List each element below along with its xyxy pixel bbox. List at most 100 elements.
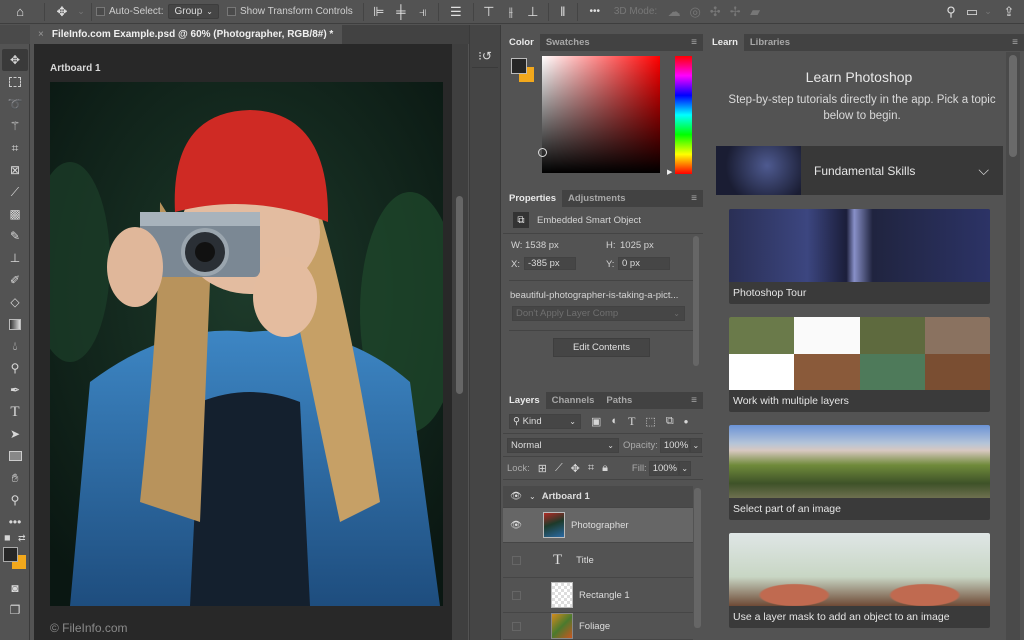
visibility-eye-icon[interactable]: 👁︎ [503,491,529,502]
artboard-label[interactable]: Artboard 1 [50,63,101,74]
fill-dropdown[interactable]: ⌄ [678,460,691,476]
swap-colors-icon[interactable]: ⇄ [18,533,26,544]
lock-pixels-icon[interactable]: ⟋ [555,462,563,475]
checkbox-icon[interactable] [226,7,236,16]
move-tool[interactable]: ✥ [2,49,28,71]
color-picker-cursor[interactable] [538,148,547,157]
lock-position-icon[interactable]: ✥ [571,462,580,475]
align-top-icon[interactable]: ⊤ [478,0,500,24]
lock-transparency-icon[interactable]: ⊞ [538,462,547,475]
show-transform-controls-checkbox[interactable]: Show Transform Controls [226,6,353,17]
frame-tool[interactable]: ⊠ [2,159,28,181]
smart-object-filter-icon[interactable]: ⧉ [666,415,674,428]
saturation-brightness-field[interactable] [542,56,660,173]
more-options-button[interactable]: ••• [582,0,608,24]
distribute-vertical-icon[interactable]: ‖ [553,0,573,24]
distribute-icon[interactable]: ☰ [443,0,469,24]
layers-scrollbar[interactable] [694,488,701,628]
3d-pan-icon[interactable]: ✣ [705,0,725,24]
shape-filter-icon[interactable]: ⬚ [645,415,655,428]
brush-tool[interactable]: ✎ [2,225,28,247]
adjustment-filter-icon[interactable]: ◐ [611,415,618,427]
layer-row[interactable]: Rectangle 1 [503,578,693,613]
dodge-tool[interactable]: ⚲ [2,357,28,379]
learn-scrollbar-thumb[interactable] [1009,55,1017,157]
layer-group-artboard[interactable]: 👁︎ ⌄ Artboard 1 [503,486,693,508]
filter-toggle-icon[interactable]: ● [684,417,689,426]
tab-layers[interactable]: Layers [503,392,546,409]
tutorial-card[interactable]: Select part of an image [729,425,990,520]
share-icon[interactable]: ⇪ [994,0,1024,24]
visibility-toggle[interactable] [512,555,521,565]
type-filter-icon[interactable]: T [628,414,635,429]
tutorial-card[interactable]: Use a layer mask to add an object to an … [729,533,990,628]
panel-menu-icon[interactable]: ≡ [691,193,697,204]
tab-paths[interactable]: Paths [600,392,638,409]
tutorial-card[interactable]: Work with multiple layers [729,317,990,412]
canvas-scrollbar-thumb[interactable] [456,196,463,394]
visibility-toggle[interactable] [512,621,521,631]
tab-channels[interactable]: Channels [546,392,601,409]
screen-mode-button[interactable]: ❐ [2,599,28,621]
tab-swatches[interactable]: Swatches [540,34,596,51]
marquee-tool[interactable] [2,71,28,93]
chevron-down-icon[interactable]: ⌵ [978,162,989,179]
tutorial-card[interactable]: Photoshop Tour [729,209,990,304]
quick-mask-button[interactable]: ◙ [2,577,28,599]
pen-tool[interactable]: ✒ [2,379,28,401]
foreground-color-swatch[interactable] [511,58,527,74]
edit-toolbar-button[interactable]: ••• [2,511,28,533]
gradient-tool[interactable] [2,313,28,335]
default-colors-icon[interactable]: ◼ [4,533,11,542]
chevron-down-icon[interactable]: ⌄ [529,492,536,501]
lasso-tool[interactable]: ➰ [2,93,28,115]
tab-libraries[interactable]: Libraries [744,34,796,51]
align-horizontal-center-icon[interactable]: ╪ [390,0,412,24]
height-value[interactable]: 1025 px [620,240,654,251]
width-value[interactable]: 1538 px [525,240,559,251]
zoom-tool[interactable]: ⚲ [2,489,28,511]
eyedropper-tool[interactable]: ⟋ [2,181,28,203]
path-selection-tool[interactable]: ➤ [2,423,28,445]
pixel-filter-icon[interactable]: ▣ [591,415,601,428]
lock-artboard-icon[interactable]: ⌗ [588,462,594,475]
filter-kind-dropdown[interactable]: ⚲ Kind ⌄ [509,413,581,429]
chevron-down-icon[interactable]: ⌄ [982,0,994,24]
layer-comp-dropdown[interactable]: Don't Apply Layer Comp ⌄ [512,306,685,321]
panel-menu-icon[interactable]: ≡ [1012,37,1018,48]
hand-tool[interactable]: ✋︎ [2,467,28,489]
layer-row[interactable]: T Title [503,543,693,578]
auto-select-checkbox[interactable]: Auto-Select: [96,6,163,17]
tab-adjustments[interactable]: Adjustments [562,190,632,207]
type-tool[interactable]: T [2,401,28,423]
tab-color[interactable]: Color [503,34,540,51]
foreground-color-swatch[interactable] [3,547,18,562]
move-tool-icon[interactable]: ✥ [49,0,75,24]
artboard-image[interactable] [50,82,443,606]
workspace-icon[interactable]: ▭ [962,0,982,24]
align-bottom-icon[interactable]: ⊥ [522,0,544,24]
y-position-input[interactable]: 0 px [618,257,670,270]
history-panel-button[interactable]: ⁝↺ [472,44,498,68]
tab-learn[interactable]: Learn [706,34,744,51]
visibility-eye-icon[interactable]: 👁︎ [503,520,529,531]
panel-menu-icon[interactable]: ≡ [691,37,697,48]
edit-contents-button[interactable]: Edit Contents [553,338,650,357]
rectangle-tool[interactable] [2,445,28,467]
home-icon[interactable]: ⌂ [0,0,40,24]
hue-slider[interactable] [675,56,692,174]
3d-slide-icon[interactable]: ✢ [725,0,745,24]
eraser-tool[interactable]: ◇ [2,291,28,313]
magic-wand-tool[interactable]: ⚚ [2,115,28,137]
search-icon[interactable]: ⚲ [940,0,962,24]
align-left-icon[interactable]: ⊫ [368,0,390,24]
fundamental-skills-section[interactable]: Fundamental Skills ⌵ [716,146,1003,195]
chevron-down-icon[interactable]: ⌄ [75,0,87,24]
3d-roll-icon[interactable]: ◎ [685,0,705,24]
fill-input[interactable]: 100% [648,460,679,476]
blur-tool[interactable]: 💧︎ [2,335,28,357]
document-tab[interactable]: × FileInfo.com Example.psd @ 60% (Photog… [30,25,342,44]
auto-select-mode-dropdown[interactable]: Group ⌄ [168,4,219,19]
align-vertical-center-icon[interactable]: ⫲ [500,0,522,24]
align-right-icon[interactable]: ⫣ [412,0,434,24]
